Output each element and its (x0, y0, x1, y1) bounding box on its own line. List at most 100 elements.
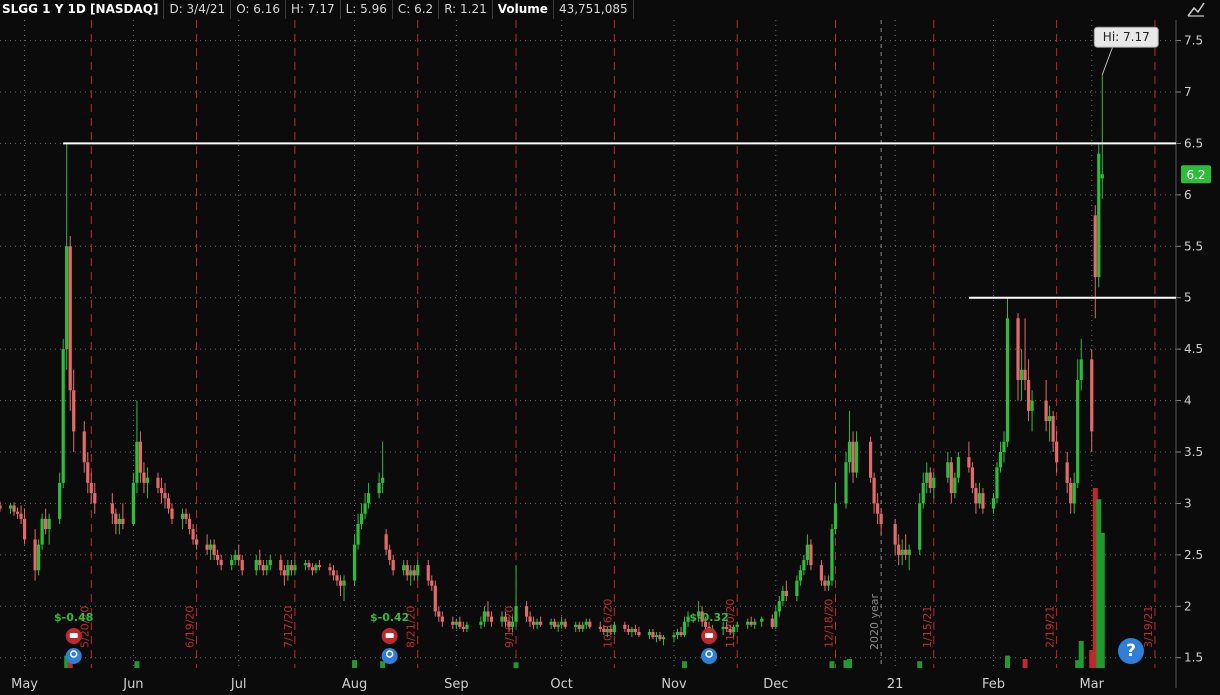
x-tick-label: Mar (1079, 677, 1104, 692)
candle-body (145, 477, 150, 483)
candle-body (679, 632, 683, 636)
candle-body (598, 626, 602, 629)
candle-body (535, 621, 539, 625)
candle-body (47, 518, 51, 530)
help-button[interactable]: ? (1118, 638, 1144, 664)
candle-body (819, 565, 824, 581)
candle-body (314, 565, 318, 571)
candle-body (15, 511, 20, 514)
y-tick-label: 7.5 (1184, 34, 1203, 48)
x-tick-label: Aug (342, 677, 367, 692)
candle-body (802, 560, 806, 571)
candle-body (58, 482, 62, 519)
candle-body (437, 611, 441, 617)
candle-body (451, 621, 455, 625)
y-tick-label: 4.5 (1184, 342, 1203, 356)
candle-body (925, 472, 929, 483)
candle-body (465, 624, 469, 629)
candle-body (781, 590, 785, 602)
candle-body (510, 621, 515, 627)
candle-body (166, 498, 171, 509)
candle-body (932, 477, 936, 488)
candle-body (388, 549, 392, 560)
candle-body (753, 621, 757, 625)
candle-body (303, 563, 308, 566)
earnings-eps-label: $-0.48 (54, 611, 93, 624)
candle-body (784, 590, 788, 596)
candle-body (746, 621, 750, 625)
candle-body (363, 503, 367, 514)
candle-body (93, 493, 97, 504)
drawing-tool-icon[interactable] (1186, 0, 1206, 18)
candle-body (461, 626, 465, 629)
candle-body (1065, 462, 1069, 483)
candle-body (352, 544, 357, 581)
candle-body (366, 493, 371, 504)
candle-body (581, 624, 585, 629)
candle-body (732, 626, 736, 632)
low-readout: L: 5.96 (340, 0, 393, 19)
candle-body (844, 462, 848, 504)
candle-body (1100, 174, 1104, 179)
candle-body (279, 560, 283, 571)
volume-bar (513, 662, 519, 668)
candle-body (22, 518, 27, 540)
candle-body (805, 544, 810, 560)
candle-body (479, 621, 483, 625)
volume-bar (829, 661, 835, 668)
candle-body (774, 611, 778, 627)
candle-body (833, 503, 838, 530)
event-line-label: 1/15/21 (921, 606, 934, 648)
candle-body (588, 621, 592, 627)
candle-body (524, 606, 529, 617)
candle-body (970, 467, 974, 488)
candle-body (65, 246, 69, 350)
candle-body (661, 637, 666, 640)
candle-body (258, 560, 262, 566)
chart-header: SLGG 1 Y 1D [NASDAQ] D: 3/4/21 O: 6.16 H… (0, 0, 634, 19)
candle-body (458, 621, 462, 627)
candle-body (254, 560, 258, 571)
candle-body (219, 560, 223, 566)
candle-body (233, 554, 237, 560)
candle-body (489, 616, 494, 622)
volume-bar (1004, 655, 1010, 668)
x-tick-label: 21 (887, 677, 904, 692)
x-tick-label: Feb (982, 677, 1005, 692)
candle-body (654, 635, 659, 638)
candle-body (391, 560, 395, 571)
candle-body (359, 513, 364, 524)
volume-bar (1099, 533, 1105, 668)
candle-body (310, 567, 315, 571)
candle-body (377, 482, 381, 494)
candle-body (170, 508, 174, 519)
y-tick-label: 6 (1184, 188, 1192, 202)
candle-body (946, 462, 950, 478)
price-chart[interactable]: 1.5 2 2.5 3 3.5 4 4.5 5 5.5 6 6.5 7 7.5 May Jun Jul Aug S… (0, 0, 1220, 695)
candle-body (12, 505, 16, 512)
candle-body (974, 488, 978, 504)
candle-body (486, 611, 490, 617)
candle-body (981, 493, 985, 509)
candle-body (1002, 441, 1006, 452)
candle-body (381, 477, 385, 483)
candle-body (868, 441, 873, 478)
candle-body (86, 462, 90, 483)
candle-body (44, 518, 48, 530)
earnings-eps-label: $-0.32 (689, 611, 728, 624)
earnings-event-glyph (69, 633, 78, 638)
candle-body (900, 549, 904, 555)
candle-body (928, 472, 932, 488)
candle-body (1090, 359, 1094, 432)
candle-body (1055, 441, 1059, 463)
candle-body (735, 624, 739, 627)
symbol-label[interactable]: SLGG 1 Y 1D [NASDAQ] (0, 0, 165, 19)
candle-body (356, 524, 360, 545)
y-tick-label: 5.5 (1184, 239, 1203, 253)
candle-body (72, 390, 76, 432)
y-tick-label: 1.5 (1184, 651, 1203, 665)
candle-body (117, 518, 121, 524)
high-callout-label: Hi: 7.17 (1103, 30, 1150, 44)
candle-body (412, 570, 416, 576)
candle-body (68, 246, 72, 391)
